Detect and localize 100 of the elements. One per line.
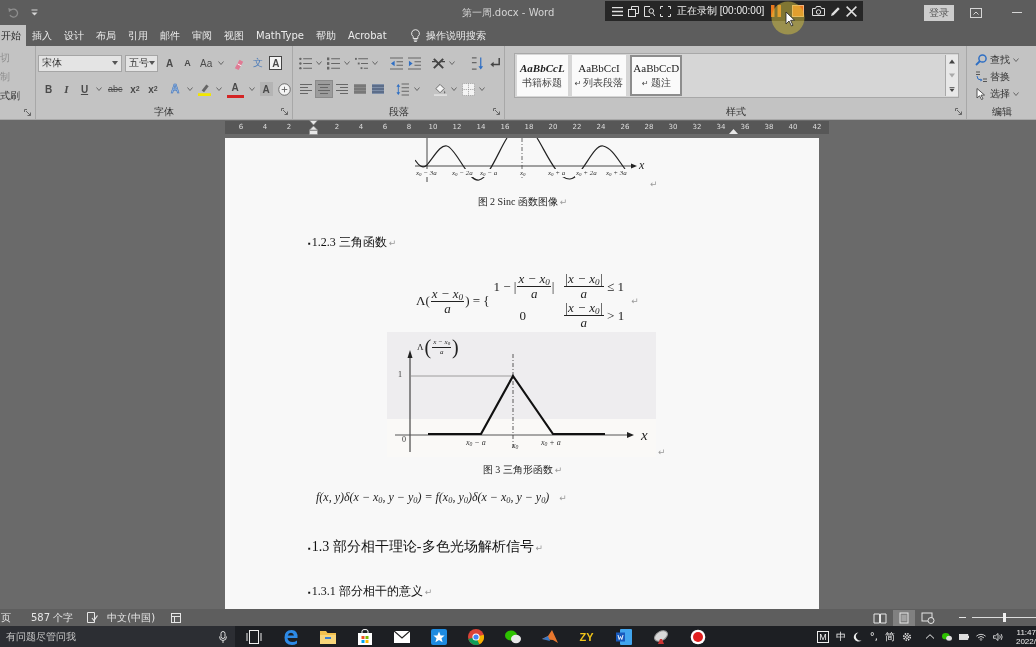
font-size-dropdown[interactable]: 五号 [125, 54, 158, 72]
lightbulb-icon[interactable] [410, 29, 420, 42]
ribbon-tab[interactable]: MathType [250, 25, 310, 46]
clock-date[interactable]: 2022/ [1015, 636, 1036, 646]
grid-icon[interactable] [171, 612, 182, 623]
ribbon-tab[interactable]: 设计 [58, 25, 90, 46]
dropdown-caret-icon[interactable] [479, 87, 485, 91]
line-spacing-icon[interactable] [396, 82, 409, 96]
ribbon-tab[interactable]: 帮助 [310, 25, 342, 46]
page-icon[interactable] [893, 609, 915, 626]
speaker-icon[interactable] [992, 631, 1003, 642]
dropdown-caret-icon[interactable] [186, 87, 193, 91]
underline-button[interactable]: U [78, 80, 91, 98]
style-item[interactable]: AaBbCcI ↵ 列表段落 [571, 55, 627, 96]
dropdown-caret-icon[interactable] [449, 61, 455, 65]
dialog-launcher-icon[interactable] [955, 108, 962, 115]
return-arrow-icon[interactable] [489, 56, 502, 70]
editing-command[interactable]: 替换 [975, 68, 1010, 85]
overlapping-squares-icon[interactable] [628, 5, 639, 17]
clock-time[interactable]: 11:47 [1016, 627, 1036, 637]
dropdown-caret-icon[interactable] [96, 87, 102, 91]
battery-icon[interactable] [958, 631, 969, 642]
sign-in-button[interactable]: 登录 [924, 4, 954, 21]
script-mode-indicator[interactable]: 简 [884, 629, 895, 644]
customize-caret-icon[interactable] [31, 9, 38, 16]
slider-handle[interactable] [1003, 613, 1006, 622]
distributed-align-icon[interactable] [370, 81, 386, 97]
character-border-button[interactable]: A [269, 56, 283, 70]
superscript-button[interactable]: x$^{2}$ [146, 80, 160, 98]
settings-icon[interactable] [901, 631, 912, 642]
window-search-icon[interactable] [644, 5, 655, 17]
ribbon-tab[interactable]: 布局 [90, 25, 122, 46]
indent-marker-icon[interactable] [309, 120, 318, 135]
search-box[interactable]: 有问题尽管问我 [0, 626, 235, 647]
increase-indent-icon[interactable] [408, 56, 421, 70]
shrink-font-button[interactable]: A [181, 54, 194, 72]
ribbon-tab[interactable]: 邮件 [154, 25, 186, 46]
task-view-icon[interactable] [245, 628, 262, 645]
indent-marker-icon[interactable] [729, 129, 738, 134]
satellite-dish-icon[interactable] [652, 628, 669, 645]
chat-bubbles-icon[interactable] [504, 628, 521, 645]
align-right-icon[interactable] [334, 81, 350, 97]
input-mode-indicator[interactable]: 中 [835, 629, 846, 644]
dialog-launcher-icon[interactable] [24, 109, 31, 116]
browser-icon[interactable] [282, 628, 299, 645]
scroll-up-icon[interactable] [949, 59, 955, 65]
dropdown-caret-icon[interactable] [248, 87, 255, 91]
ribbon-tab[interactable]: 开始 [0, 25, 26, 46]
peak-surface-icon[interactable] [541, 628, 558, 645]
shopping-bag-icon[interactable] [356, 628, 373, 645]
word-count[interactable]: 587 个字 [30, 610, 74, 625]
taskbar-app-button[interactable]: ZY [579, 630, 594, 643]
clipboard-command[interactable]: 式刷 [0, 86, 35, 105]
punctuation-mode-indicator[interactable]: °, [869, 631, 878, 642]
style-item[interactable]: AaBbCcL 书籍标题 [517, 55, 568, 96]
editing-command[interactable]: 选择 [975, 85, 1019, 102]
crop-corners-icon[interactable] [660, 5, 671, 17]
chevron-up-icon[interactable] [924, 634, 935, 639]
font-name-dropdown[interactable]: 宋体 [38, 54, 122, 72]
close-icon[interactable] [846, 5, 858, 17]
bullet-list-icon[interactable] [298, 56, 312, 70]
ribbon-tab[interactable]: 审阅 [186, 25, 218, 46]
ribbon-tab[interactable]: 视图 [218, 25, 250, 46]
pen-icon[interactable] [830, 5, 842, 17]
tricolor-circle-icon[interactable] [467, 628, 484, 645]
paint-bucket-icon[interactable] [433, 82, 447, 96]
language-indicator[interactable]: 中文(中国) [106, 610, 156, 625]
page-indicator[interactable]: 页 [0, 610, 11, 625]
wifi-icon[interactable] [975, 631, 986, 642]
change-case-button[interactable]: Aa [199, 54, 214, 72]
tell-me-search[interactable]: 操作说明搜索 [419, 25, 492, 46]
style-item[interactable]: AaBbCcD ↵ 题注 [630, 55, 683, 96]
star-tile-icon[interactable] [430, 628, 447, 645]
dropdown-caret-icon[interactable] [344, 61, 350, 65]
ribbon-tab[interactable]: Acrobat [342, 25, 393, 46]
document-tile-icon[interactable] [615, 628, 632, 645]
search-field[interactable]: 有问题尽管问我 [6, 629, 215, 644]
gallery-more-icon[interactable] [949, 86, 955, 92]
grow-font-button[interactable]: A [163, 54, 176, 72]
tray-badge[interactable]: M [817, 630, 829, 643]
circled-plus-icon[interactable] [277, 82, 291, 96]
highlighter-icon[interactable] [197, 82, 211, 96]
dropdown-caret-icon[interactable] [218, 61, 225, 65]
numbered-list-icon[interactable] [326, 56, 340, 70]
strikethrough-button[interactable]: abc [107, 80, 124, 98]
document-check-icon[interactable] [87, 612, 99, 623]
ribbon-tab[interactable]: 引用 [122, 25, 154, 46]
decrease-indent-icon[interactable] [390, 56, 403, 70]
chat-bubbles-icon[interactable] [941, 631, 952, 642]
dropdown-caret-icon[interactable] [316, 61, 322, 65]
italic-button[interactable]: I [60, 80, 73, 98]
bold-button[interactable]: B [42, 80, 55, 98]
character-shading-button[interactable]: A [259, 82, 273, 96]
editing-command[interactable]: 查找 [975, 51, 1019, 68]
record-icon[interactable] [689, 628, 706, 645]
crossed-arrows-icon[interactable] [431, 56, 445, 70]
pause-icon[interactable] [771, 5, 782, 17]
moon-icon[interactable] [852, 631, 863, 642]
dropdown-caret-icon[interactable] [451, 87, 457, 91]
envelope-icon[interactable] [393, 628, 410, 645]
